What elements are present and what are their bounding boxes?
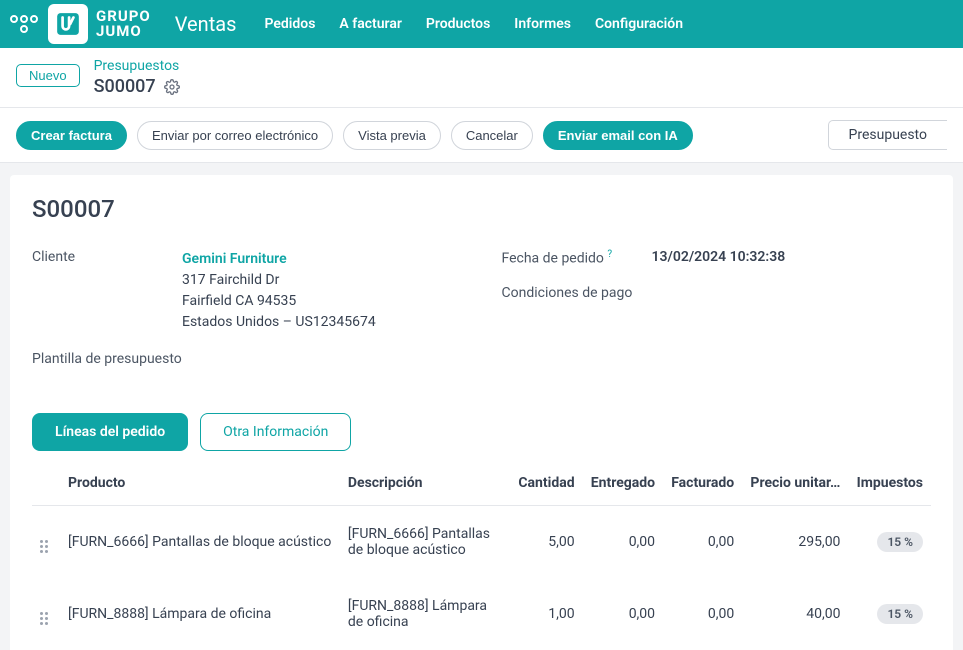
col-unit-price[interactable]: Precio unitar… bbox=[742, 461, 848, 506]
new-button[interactable]: Nuevo bbox=[16, 64, 80, 87]
send-ai-email-button[interactable]: Enviar email con IA bbox=[543, 121, 693, 150]
brand-logo[interactable] bbox=[48, 4, 88, 44]
menu-productos[interactable]: Productos bbox=[426, 16, 490, 32]
main-menu: Pedidos A facturar Productos Informes Co… bbox=[264, 16, 683, 32]
breadcrumb: Nuevo Presupuestos S00007 bbox=[0, 48, 963, 108]
breadcrumb-title: S00007 bbox=[94, 76, 156, 97]
cell-product[interactable]: [FURN_8888] Lámpara de oficina bbox=[60, 578, 340, 650]
cell-quantity[interactable]: 5,00 bbox=[510, 506, 582, 579]
preview-button[interactable]: Vista previa bbox=[343, 121, 441, 150]
form-sheet: S00007 Cliente Gemini Furniture 317 Fair… bbox=[10, 175, 953, 650]
cell-product[interactable]: [FURN_6666] Pantallas de bloque acústico bbox=[60, 506, 340, 579]
client-value[interactable]: Gemini Furniture 317 Fairchild Dr Fairfi… bbox=[182, 249, 376, 333]
col-product[interactable]: Producto bbox=[60, 461, 340, 506]
table-row[interactable]: [FURN_6666] Pantallas de bloque acústico… bbox=[32, 506, 931, 579]
cell-invoiced[interactable]: 0,00 bbox=[663, 506, 742, 579]
cell-description[interactable]: [FURN_8888] Lámpara de oficina bbox=[340, 578, 510, 650]
col-invoiced[interactable]: Facturado bbox=[663, 461, 742, 506]
payment-terms-label: Condiciones de pago bbox=[502, 285, 652, 301]
order-lines-table: Producto Descripción Cantidad Entregado … bbox=[32, 461, 931, 650]
cell-description[interactable]: [FURN_6666] Pantallas de bloque acústico bbox=[340, 506, 510, 579]
send-email-button[interactable]: Enviar por correo electrónico bbox=[137, 121, 333, 150]
drag-handle-icon[interactable] bbox=[32, 578, 60, 650]
menu-a-facturar[interactable]: A facturar bbox=[339, 16, 402, 32]
breadcrumb-parent[interactable]: Presupuestos bbox=[94, 58, 180, 74]
menu-pedidos[interactable]: Pedidos bbox=[264, 16, 315, 32]
create-invoice-button[interactable]: Crear factura bbox=[16, 121, 127, 150]
order-date-label: Fecha de pedido ? bbox=[502, 249, 652, 267]
cell-tax[interactable]: 15 % bbox=[848, 578, 931, 650]
cancel-button[interactable]: Cancelar bbox=[451, 121, 533, 150]
top-navbar: GRUPO JUMO Ventas Pedidos A facturar Pro… bbox=[0, 0, 963, 48]
col-taxes[interactable]: Impuestos bbox=[848, 461, 931, 506]
cell-invoiced[interactable]: 0,00 bbox=[663, 578, 742, 650]
tab-order-lines[interactable]: Líneas del pedido bbox=[32, 413, 188, 451]
apps-icon[interactable] bbox=[8, 8, 40, 40]
brand-text: GRUPO JUMO bbox=[96, 9, 151, 39]
order-date-value[interactable]: 13/02/2024 10:32:38 bbox=[652, 249, 786, 267]
col-quantity[interactable]: Cantidad bbox=[510, 461, 582, 506]
col-description[interactable]: Descripción bbox=[340, 461, 510, 506]
menu-configuracion[interactable]: Configuración bbox=[595, 16, 683, 32]
drag-handle-icon[interactable] bbox=[32, 506, 60, 579]
cell-delivered[interactable]: 0,00 bbox=[583, 506, 663, 579]
status-badge[interactable]: Presupuesto bbox=[828, 120, 947, 150]
page-title: S00007 bbox=[32, 195, 931, 223]
gear-icon[interactable] bbox=[164, 79, 180, 95]
cell-price[interactable]: 295,00 bbox=[742, 506, 848, 579]
cell-quantity[interactable]: 1,00 bbox=[510, 578, 582, 650]
col-delivered[interactable]: Entregado bbox=[583, 461, 663, 506]
tab-bar: Líneas del pedido Otra Información bbox=[32, 413, 931, 451]
action-bar: Crear factura Enviar por correo electrón… bbox=[0, 108, 963, 163]
quote-template-label: Plantilla de presupuesto bbox=[32, 351, 182, 367]
help-icon[interactable]: ? bbox=[607, 249, 612, 260]
cell-price[interactable]: 40,00 bbox=[742, 578, 848, 650]
cell-tax[interactable]: 15 % bbox=[848, 506, 931, 579]
module-name[interactable]: Ventas bbox=[175, 12, 237, 36]
client-label: Cliente bbox=[32, 249, 182, 333]
tab-other-info[interactable]: Otra Información bbox=[200, 413, 351, 451]
menu-informes[interactable]: Informes bbox=[514, 16, 571, 32]
table-row[interactable]: [FURN_8888] Lámpara de oficina [FURN_888… bbox=[32, 578, 931, 650]
cell-delivered[interactable]: 0,00 bbox=[583, 578, 663, 650]
